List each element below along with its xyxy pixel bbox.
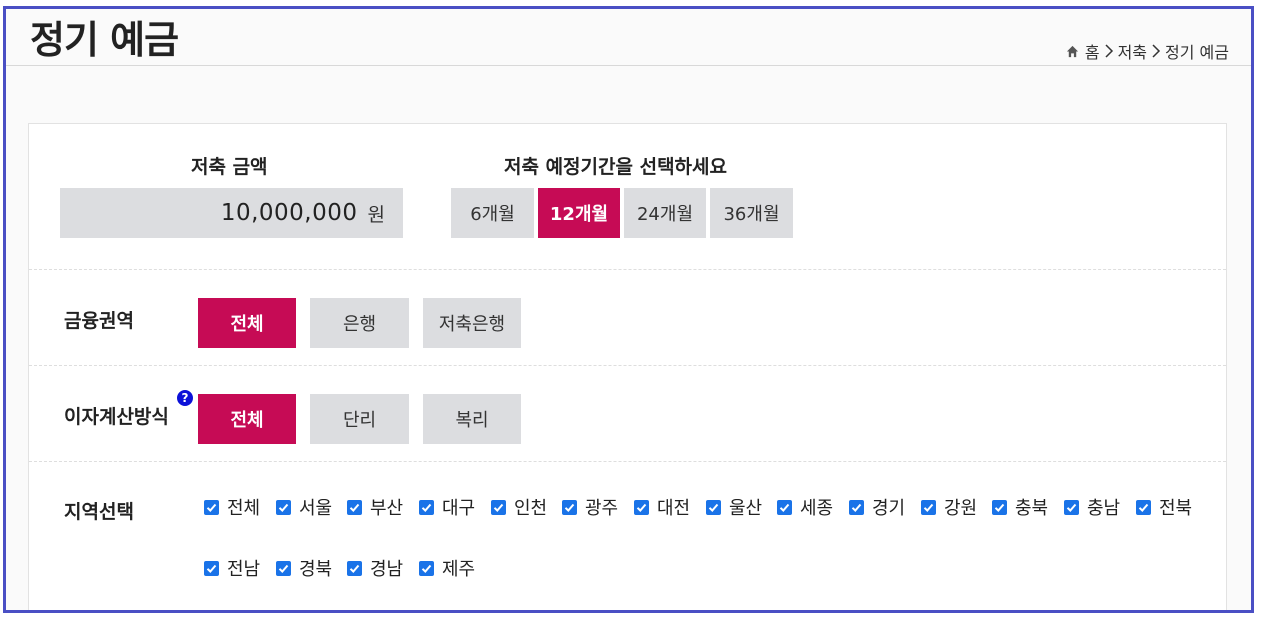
home-icon[interactable]: [1066, 45, 1079, 58]
region-option-label: 광주: [585, 498, 619, 519]
interest-option-compound[interactable]: 복리: [423, 394, 521, 444]
checkbox[interactable]: [276, 499, 291, 515]
checkbox[interactable]: [276, 560, 291, 576]
checkbox[interactable]: [347, 499, 362, 515]
region-option-label: 경남: [370, 559, 404, 580]
checkbox[interactable]: [1064, 499, 1079, 515]
region-option-label: 서울: [299, 498, 333, 519]
region-option[interactable]: 경기: [849, 495, 905, 519]
region-option[interactable]: 충북: [992, 495, 1048, 519]
checkbox[interactable]: [347, 560, 362, 576]
region-option-label: 인천: [514, 498, 548, 519]
page-title: 정기 예금: [30, 18, 179, 62]
region-option[interactable]: 강원: [921, 495, 977, 519]
region-label: 지역선택: [64, 501, 134, 523]
region-option-label: 세종: [800, 498, 834, 519]
region-option[interactable]: 경북: [276, 556, 332, 580]
region-option[interactable]: 인천: [491, 495, 547, 519]
region-option-label: 충남: [1087, 498, 1121, 519]
finance-area-option-bank[interactable]: 은행: [310, 298, 409, 348]
checkbox[interactable]: [419, 499, 434, 515]
finance-area-option-savings-bank[interactable]: 저축은행: [423, 298, 521, 348]
interest-option-all[interactable]: 전체: [198, 394, 296, 444]
region-option[interactable]: 경남: [347, 556, 403, 580]
region-option-label: 대전: [657, 498, 691, 519]
breadcrumb: 홈 저축 정기 예금: [1066, 39, 1229, 63]
checkbox[interactable]: [491, 499, 506, 515]
checkbox[interactable]: [562, 499, 577, 515]
search-panel: 저축 금액 10,000,000 원 저축 예정기간을 선택하세요 6개월 12…: [28, 123, 1227, 610]
checkbox[interactable]: [777, 499, 792, 515]
checkbox[interactable]: [849, 499, 864, 515]
checkbox[interactable]: [992, 499, 1007, 515]
section-divider: [29, 365, 1226, 366]
region-option[interactable]: 전남: [204, 556, 260, 580]
page-frame: 정기 예금 홈 저축 정기 예금 저축 금액 10,000,000 원 저축 예…: [3, 6, 1254, 613]
region-option-label: 전체: [227, 498, 261, 519]
region-option[interactable]: 부산: [347, 495, 403, 519]
region-option-label: 울산: [729, 498, 763, 519]
amount-value: 10,000,000: [220, 200, 358, 226]
breadcrumb-current: 정기 예금: [1165, 43, 1229, 62]
region-option[interactable]: 전체: [204, 495, 260, 519]
checkbox[interactable]: [204, 499, 219, 515]
period-label: 저축 예정기간을 선택하세요: [504, 156, 727, 178]
checkbox[interactable]: [1136, 499, 1151, 515]
interest-method-label: 이자계산방식: [64, 406, 169, 428]
amount-unit: 원: [367, 203, 385, 226]
section-divider: [29, 269, 1226, 270]
region-option-label: 경기: [872, 498, 906, 519]
region-option[interactable]: 전북: [1136, 495, 1192, 519]
region-option[interactable]: 충남: [1064, 495, 1120, 519]
breadcrumb-home[interactable]: 홈: [1085, 39, 1100, 63]
region-option-label: 대구: [442, 498, 476, 519]
period-option-12m[interactable]: 12개월: [538, 188, 620, 238]
period-option-24m[interactable]: 24개월: [624, 188, 706, 238]
region-option[interactable]: 대전: [634, 495, 690, 519]
region-option-label: 전남: [227, 559, 261, 580]
region-option-label: 강원: [944, 498, 978, 519]
title-divider: [6, 65, 1251, 66]
chevron-right-icon: [1105, 44, 1113, 58]
section-divider: [29, 461, 1226, 462]
region-option[interactable]: 서울: [276, 495, 332, 519]
region-option[interactable]: 울산: [706, 495, 762, 519]
region-option[interactable]: 제주: [419, 556, 475, 580]
region-option[interactable]: 광주: [562, 495, 618, 519]
breadcrumb-savings[interactable]: 저축: [1118, 39, 1147, 63]
region-option-label: 전북: [1159, 498, 1193, 519]
region-option-label: 충북: [1015, 498, 1049, 519]
checkbox[interactable]: [419, 560, 434, 576]
region-option[interactable]: 대구: [419, 495, 475, 519]
help-icon[interactable]: ?: [176, 389, 194, 407]
amount-input[interactable]: 10,000,000 원: [60, 188, 403, 238]
checkbox[interactable]: [706, 499, 721, 515]
finance-area-label: 금융권역: [64, 310, 134, 332]
region-option-label: 부산: [370, 498, 404, 519]
chevron-right-icon: [1152, 44, 1161, 58]
interest-option-simple[interactable]: 단리: [310, 394, 409, 444]
region-option[interactable]: 세종: [777, 495, 833, 519]
checkbox[interactable]: [634, 499, 649, 515]
period-option-36m[interactable]: 36개월: [710, 188, 793, 238]
amount-label: 저축 금액: [191, 156, 268, 178]
period-option-6m[interactable]: 6개월: [451, 188, 534, 238]
finance-area-option-all[interactable]: 전체: [198, 298, 296, 348]
region-option-label: 제주: [442, 559, 476, 580]
region-option-label: 경북: [299, 559, 333, 580]
checkbox[interactable]: [204, 560, 219, 576]
checkbox[interactable]: [921, 499, 936, 515]
